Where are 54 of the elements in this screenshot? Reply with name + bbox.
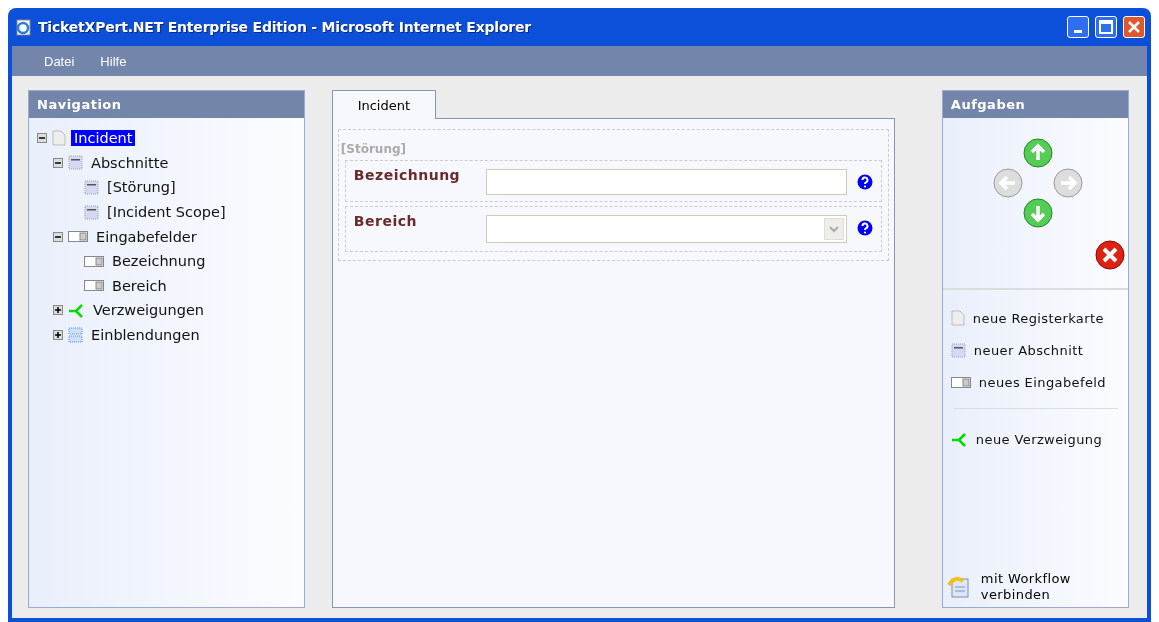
maximize-button[interactable] bbox=[1095, 16, 1117, 38]
tree-item[interactable]: Bereich bbox=[109, 277, 170, 294]
input-field-icon bbox=[84, 280, 104, 292]
panel-title: Navigation bbox=[29, 91, 304, 118]
close-button[interactable] bbox=[1123, 16, 1145, 38]
input-field-icon bbox=[68, 231, 88, 243]
minimize-icon bbox=[1074, 29, 1082, 33]
expand-icon[interactable] bbox=[53, 305, 63, 316]
expand-icon[interactable] bbox=[53, 330, 63, 341]
task-link[interactable]: neue Verzweigung bbox=[975, 431, 1103, 447]
tree-item[interactable]: [Incident Scope] bbox=[104, 204, 229, 221]
page-icon bbox=[52, 130, 66, 147]
tree-item[interactable]: Incident bbox=[71, 130, 136, 147]
tab[interactable]: Incident bbox=[331, 90, 436, 119]
section-icon bbox=[84, 204, 99, 220]
tree-item[interactable]: Verzweigungen bbox=[90, 302, 207, 319]
field-label: Bezeichnung bbox=[353, 167, 462, 183]
tree-item[interactable]: Abschnitte bbox=[88, 154, 172, 171]
task-link[interactable]: mit Workflow verbinden bbox=[980, 571, 1081, 603]
overlay-icon bbox=[68, 327, 83, 344]
branch-icon bbox=[68, 302, 85, 318]
branch-icon bbox=[950, 431, 968, 447]
menu-item[interactable]: Datei bbox=[44, 53, 75, 69]
collapse-icon[interactable] bbox=[37, 133, 47, 144]
section-icon bbox=[84, 180, 99, 195]
tree-item[interactable]: Eingabefelder bbox=[93, 228, 200, 245]
field-label: Bereich bbox=[353, 213, 418, 229]
section-title: [Störung] bbox=[340, 142, 408, 156]
menu-item[interactable]: Hilfe bbox=[100, 53, 127, 69]
minimize-button[interactable] bbox=[1067, 16, 1089, 38]
collapse-icon[interactable] bbox=[53, 231, 63, 242]
tree-item[interactable]: [Störung] bbox=[104, 179, 179, 196]
browser-icon bbox=[14, 18, 32, 36]
task-link[interactable]: neues Eingabefeld bbox=[978, 374, 1106, 390]
workflow-icon bbox=[946, 575, 971, 599]
tree-item[interactable]: Bezeichnung bbox=[109, 253, 209, 270]
tree-item[interactable]: Einblendungen bbox=[88, 327, 203, 344]
section-icon bbox=[68, 155, 83, 171]
collapse-icon[interactable] bbox=[53, 157, 63, 168]
input-field-icon bbox=[950, 376, 971, 388]
text-field[interactable] bbox=[485, 169, 847, 195]
page-icon bbox=[950, 310, 965, 326]
dropdown-field[interactable] bbox=[485, 215, 847, 243]
help-icon[interactable] bbox=[856, 174, 873, 190]
task-link[interactable]: neuer Abschnitt bbox=[973, 342, 1084, 358]
input-field-icon bbox=[84, 255, 104, 267]
delete-icon[interactable] bbox=[1094, 240, 1125, 270]
window-title: TicketXPert.NET Enterprise Edition - Microsoft Internet Explorer bbox=[38, 19, 532, 35]
task-link[interactable]: neue Registerkarte bbox=[972, 310, 1104, 326]
panel-title: Aufgaben bbox=[942, 91, 1128, 118]
section-icon bbox=[950, 342, 966, 358]
maximize-icon bbox=[1099, 20, 1113, 34]
help-icon[interactable] bbox=[856, 220, 873, 236]
close-icon bbox=[1127, 20, 1141, 34]
